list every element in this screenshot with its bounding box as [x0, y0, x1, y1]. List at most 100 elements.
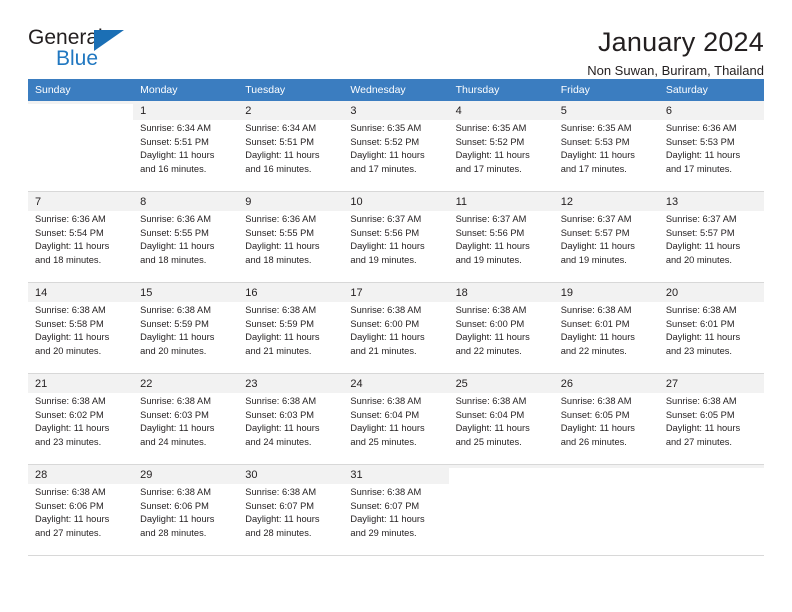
day-detail-line: Sunset: 5:54 PM — [35, 227, 104, 238]
day-cell-content: 12 Sunrise: 6:37 AM Sunset: 5:57 PM Dayligh… — [553, 192, 659, 267]
day-detail-line: Daylight: 11 hours — [140, 241, 215, 251]
calendar-day-cell[interactable]: 27 Sunrise: 6:38 AM Sunset: 6:05 PM Dayligh… — [658, 373, 764, 465]
calendar-day-cell[interactable]: 25 Sunrise: 6:38 AM Sunset: 6:04 PM Dayligh… — [448, 373, 554, 465]
day-detail-lines: Sunrise: 6:37 AM Sunset: 5:57 PM Daylight:… — [561, 213, 652, 267]
calendar-day-cell[interactable]: 29 Sunrise: 6:38 AM Sunset: 6:06 PM Dayligh… — [133, 464, 239, 556]
day-cell-content: 11 Sunrise: 6:37 AM Sunset: 5:56 PM Dayligh… — [448, 192, 554, 267]
day-detail-line: Sunrise: 6:37 AM — [455, 214, 527, 224]
day-cell-body: 22 Sunrise: 6:38 AM Sunset: 6:03 PM Dayligh… — [133, 374, 239, 464]
calendar-day-cell[interactable]: 7 Sunrise: 6:36 AM Sunset: 5:54 PM Daylight… — [28, 191, 134, 283]
day-cell-body — [658, 465, 764, 555]
calendar-day-cell[interactable]: 21 Sunrise: 6:38 AM Sunset: 6:02 PM Dayligh… — [28, 373, 134, 465]
day-cell-body: 14 Sunrise: 6:38 AM Sunset: 5:58 PM Dayligh… — [28, 283, 134, 373]
calendar-day-cell[interactable]: 2 Sunrise: 6:34 AM Sunset: 5:51 PM Daylight… — [238, 101, 344, 192]
weekday-header-saturday: Saturday — [658, 79, 764, 101]
day-number: 26 — [553, 374, 659, 393]
calendar-day-cell[interactable]: 15 Sunrise: 6:38 AM Sunset: 5:59 PM Dayligh… — [133, 282, 239, 374]
day-detail-line: and 19 minutes. — [560, 254, 627, 265]
day-detail-line: Sunrise: 6:37 AM — [350, 214, 422, 224]
day-cell-content: 23 Sunrise: 6:38 AM Sunset: 6:03 PM Dayligh… — [238, 374, 344, 449]
calendar-day-cell[interactable]: 24 Sunrise: 6:38 AM Sunset: 6:04 PM Dayligh… — [343, 373, 449, 465]
day-detail-line: Daylight: 11 hours — [665, 423, 741, 433]
day-detail-line: and 19 minutes. — [350, 254, 417, 265]
calendar-day-cell[interactable]: 22 Sunrise: 6:38 AM Sunset: 6:03 PM Dayligh… — [133, 373, 239, 465]
calendar-week-row: 14 Sunrise: 6:38 AM Sunset: 5:58 PM Dayligh… — [28, 282, 764, 374]
day-detail-line: Sunset: 5:51 PM — [140, 136, 209, 147]
calendar-day-cell[interactable]: 17 Sunrise: 6:38 AM Sunset: 6:00 PM Dayligh… — [343, 282, 449, 374]
day-detail-line: Sunrise: 6:34 AM — [140, 123, 211, 133]
calendar-day-cell[interactable]: 6 Sunrise: 6:36 AM Sunset: 5:53 PM Daylight… — [658, 101, 764, 192]
calendar-day-cell[interactable]: 9 Sunrise: 6:36 AM Sunset: 5:55 PM Daylight… — [238, 191, 344, 283]
day-number: 11 — [448, 192, 554, 211]
calendar-day-cell[interactable]: 28 Sunrise: 6:38 AM Sunset: 6:06 PM Dayligh… — [28, 464, 134, 556]
calendar-day-cell[interactable]: 4 Sunrise: 6:35 AM Sunset: 5:52 PM Daylight… — [448, 101, 554, 192]
day-number: 6 — [658, 101, 764, 120]
day-detail-lines: Sunrise: 6:38 AM Sunset: 6:03 PM Daylight:… — [140, 395, 231, 449]
day-detail-line: Sunrise: 6:38 AM — [245, 396, 317, 406]
day-detail-line: Sunrise: 6:37 AM — [665, 214, 737, 224]
day-detail-line: and 16 minutes. — [140, 163, 207, 174]
calendar-day-cell[interactable]: 1 Sunrise: 6:34 AM Sunset: 5:51 PM Daylight… — [133, 101, 239, 192]
day-cell-body: 24 Sunrise: 6:38 AM Sunset: 6:04 PM Dayligh… — [343, 374, 449, 464]
calendar-day-cell[interactable]: 5 Sunrise: 6:35 AM Sunset: 5:53 PM Daylight… — [553, 101, 659, 192]
calendar-day-cell[interactable]: 3 Sunrise: 6:35 AM Sunset: 5:52 PM Daylight… — [343, 101, 449, 192]
day-cell-body: 27 Sunrise: 6:38 AM Sunset: 6:05 PM Dayligh… — [658, 374, 764, 464]
day-detail-line: and 18 minutes. — [245, 254, 312, 265]
day-cell-content: 17 Sunrise: 6:38 AM Sunset: 6:00 PM Dayligh… — [343, 283, 449, 358]
calendar-day-cell[interactable]: 20 Sunrise: 6:38 AM Sunset: 6:01 PM Dayligh… — [658, 282, 764, 374]
day-cell-content: 31 Sunrise: 6:38 AM Sunset: 6:07 PM Dayligh… — [343, 465, 449, 540]
calendar-day-cell[interactable]: 8 Sunrise: 6:36 AM Sunset: 5:55 PM Daylight… — [133, 191, 239, 283]
day-cell-body: 15 Sunrise: 6:38 AM Sunset: 5:59 PM Dayligh… — [133, 283, 239, 373]
day-number: 15 — [133, 283, 239, 302]
day-detail-line: Sunrise: 6:34 AM — [245, 123, 317, 133]
day-cell-content: 3 Sunrise: 6:35 AM Sunset: 5:52 PM Daylight… — [343, 101, 449, 176]
day-detail-line: Sunset: 6:00 PM — [455, 318, 525, 329]
day-detail-lines: Sunrise: 6:38 AM Sunset: 6:06 PM Daylight:… — [35, 486, 126, 540]
day-cell-body: 16 Sunrise: 6:38 AM Sunset: 5:59 PM Dayligh… — [238, 283, 344, 373]
day-detail-line: Sunrise: 6:38 AM — [35, 396, 106, 406]
calendar-day-cell[interactable]: 31 Sunrise: 6:38 AM Sunset: 6:07 PM Dayligh… — [343, 464, 449, 556]
calendar-day-cell[interactable]: 16 Sunrise: 6:38 AM Sunset: 5:59 PM Dayligh… — [238, 282, 344, 374]
day-cell-body: 28 Sunrise: 6:38 AM Sunset: 6:06 PM Dayligh… — [28, 465, 134, 555]
day-detail-line: Sunrise: 6:38 AM — [455, 305, 527, 315]
day-detail-line: Sunset: 5:52 PM — [455, 136, 525, 147]
calendar-day-cell[interactable]: 23 Sunrise: 6:38 AM Sunset: 6:03 PM Dayligh… — [238, 373, 344, 465]
calendar-day-cell[interactable]: 19 Sunrise: 6:38 AM Sunset: 6:01 PM Dayligh… — [553, 282, 659, 374]
day-detail-lines: Sunrise: 6:36 AM Sunset: 5:53 PM Daylight:… — [666, 122, 757, 176]
day-cell-content — [28, 101, 134, 104]
day-detail-line: Daylight: 11 hours — [455, 241, 530, 251]
day-cell-content: 16 Sunrise: 6:38 AM Sunset: 5:59 PM Dayligh… — [238, 283, 344, 358]
day-detail-line: Sunrise: 6:38 AM — [350, 305, 422, 315]
day-detail-lines: Sunrise: 6:35 AM Sunset: 5:52 PM Daylight:… — [456, 122, 547, 176]
day-cell-content: 8 Sunrise: 6:36 AM Sunset: 5:55 PM Daylight… — [133, 192, 239, 267]
day-detail-line: Sunset: 6:04 PM — [455, 409, 525, 420]
general-blue-logo[interactable]: General Blue — [28, 26, 140, 76]
day-number: 28 — [28, 465, 134, 484]
day-cell-content: 13 Sunrise: 6:37 AM Sunset: 5:57 PM Dayligh… — [658, 192, 764, 267]
day-detail-line: Sunrise: 6:35 AM — [455, 123, 527, 133]
calendar-day-cell[interactable]: 12 Sunrise: 6:37 AM Sunset: 5:57 PM Dayligh… — [553, 191, 659, 283]
day-cell-body: 2 Sunrise: 6:34 AM Sunset: 5:51 PM Daylight… — [238, 101, 344, 191]
weekday-header-monday: Monday — [133, 79, 239, 101]
calendar-day-cell[interactable]: 11 Sunrise: 6:37 AM Sunset: 5:56 PM Dayligh… — [448, 191, 554, 283]
calendar-day-cell[interactable]: 30 Sunrise: 6:38 AM Sunset: 6:07 PM Dayligh… — [238, 464, 344, 556]
day-number: 5 — [553, 101, 659, 120]
day-number: 4 — [448, 101, 554, 120]
calendar-day-cell[interactable]: 10 Sunrise: 6:37 AM Sunset: 5:56 PM Dayligh… — [343, 191, 449, 283]
day-detail-line: Daylight: 11 hours — [350, 332, 425, 342]
day-detail-line: Daylight: 11 hours — [140, 514, 215, 524]
day-detail-line: Daylight: 11 hours — [35, 514, 110, 524]
day-detail-lines: Sunrise: 6:37 AM Sunset: 5:56 PM Daylight:… — [456, 213, 547, 267]
calendar-day-cell[interactable]: 14 Sunrise: 6:38 AM Sunset: 5:58 PM Dayligh… — [28, 282, 134, 374]
day-detail-line: Sunrise: 6:36 AM — [140, 214, 211, 224]
calendar-day-cell[interactable]: 26 Sunrise: 6:38 AM Sunset: 6:05 PM Dayligh… — [553, 373, 659, 465]
calendar-day-cell[interactable]: 18 Sunrise: 6:38 AM Sunset: 6:00 PM Dayligh… — [448, 282, 554, 374]
day-number: 31 — [343, 465, 449, 484]
day-detail-line: Sunset: 5:55 PM — [140, 227, 209, 238]
day-detail-line: Sunset: 6:06 PM — [35, 500, 104, 511]
day-detail-line: Sunset: 5:53 PM — [665, 136, 735, 147]
day-cell-content: 10 Sunrise: 6:37 AM Sunset: 5:56 PM Dayligh… — [343, 192, 449, 267]
calendar-day-cell[interactable]: 13 Sunrise: 6:37 AM Sunset: 5:57 PM Dayligh… — [658, 191, 764, 283]
day-number: 14 — [28, 283, 134, 302]
day-detail-line: Daylight: 11 hours — [350, 423, 425, 433]
